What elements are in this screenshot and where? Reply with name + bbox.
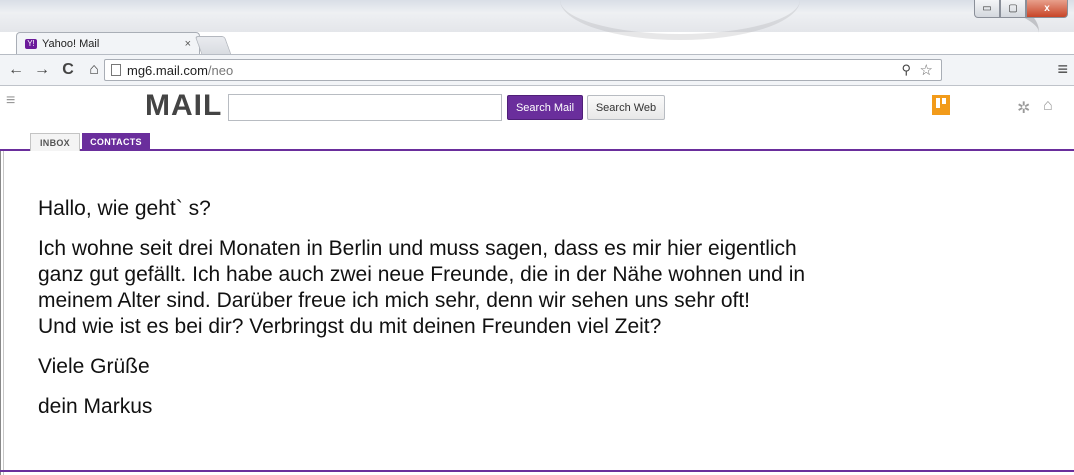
message-closing: Viele Grüße [38,355,150,378]
search-mail-button[interactable]: Search Mail [507,95,583,120]
tab-title: Yahoo! Mail [42,37,100,50]
yahoo-favicon-icon: Y! [25,38,37,49]
tab-inbox[interactable]: INBOX [30,133,80,151]
message-line: Und wie ist es bei dir? Verbringst du mi… [38,315,662,338]
zoom-icon[interactable]: ⚲ [901,62,911,78]
mail-header: ≡ MAIL Search Mail Search Web ✲ ⌂ [0,87,1074,131]
content-left-border [0,151,4,475]
search-input[interactable] [228,94,502,121]
url-path: /neo [207,62,234,78]
reload-icon[interactable]: C [58,61,78,79]
browser-tab[interactable]: Y! Yahoo! Mail × [16,32,200,54]
back-arrow-icon[interactable]: ← [6,61,26,79]
message-greeting: Hallo, wie geht` s? [38,197,211,220]
message-signature: dein Markus [38,395,153,418]
message-body: Hallo, wie geht` s? Ich wohne seit drei … [38,196,1048,434]
forward-arrow-icon[interactable]: → [32,61,52,79]
hamburger-menu-icon[interactable]: ≡ [6,92,15,110]
window-titlebar: ▭ ▢ x [0,0,1074,78]
url-host: mg6.mail.com [127,62,208,78]
address-bar[interactable]: mg6.mail.com/neo ⚲ ☆ [104,59,942,81]
message-line: ganz gut gefällt. Ich habe auch zwei neu… [38,263,806,286]
home-icon[interactable]: ⌂ [84,61,104,79]
tab-close-icon[interactable]: × [185,38,191,50]
wallpaper-swoosh [560,0,800,40]
browser-toolbar: ← → C ⌂ mg6.mail.com/neo ⚲ ☆ ≡ [0,54,1074,86]
bookmark-star-icon[interactable]: ☆ [920,61,933,79]
window-controls: ▭ ▢ x [974,0,1068,18]
maximize-button[interactable]: ▢ [1000,0,1026,18]
message-paragraph: Ich wohne seit drei Monaten in Berlin un… [38,236,1048,340]
gear-icon[interactable]: ✲ [1017,98,1030,118]
notification-icon[interactable] [932,95,950,115]
tab-contacts[interactable]: CONTACTS [82,133,150,151]
new-tab-button[interactable] [194,36,232,54]
mail-logo[interactable]: MAIL [145,89,222,123]
home-icon[interactable]: ⌂ [1043,97,1053,115]
mail-tabs: INBOX CONTACTS [0,131,1074,151]
page-icon [111,64,121,76]
message-line: Ich wohne seit drei Monaten in Berlin un… [38,237,797,260]
message-line: meinem Alter sind. Darüber freue ich mic… [38,289,751,312]
content-bottom-border [0,470,1074,472]
close-window-button[interactable]: x [1026,0,1068,18]
browser-menu-icon[interactable]: ≡ [1057,59,1068,80]
minimize-button[interactable]: ▭ [974,0,1000,18]
search-web-button[interactable]: Search Web [587,95,665,120]
